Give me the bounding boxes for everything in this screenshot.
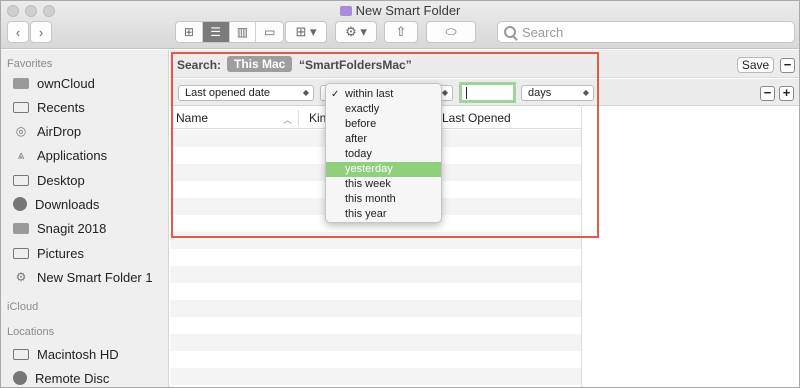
sidebar-item-desktop[interactable]: Desktop bbox=[13, 169, 85, 191]
hard-drive-icon bbox=[13, 348, 29, 360]
column-view-button[interactable]: ▥ bbox=[230, 22, 257, 42]
gallery-view-icon: ▭ bbox=[263, 25, 276, 39]
gallery-view-button[interactable]: ▭ bbox=[256, 22, 283, 42]
list-row bbox=[170, 266, 581, 283]
toolbar: New Smart Folder ‹ › ⊞ ☰ ▥ ▭ ⊞ ▾ ⚙ ▾ ⇧ ⬭… bbox=[1, 1, 799, 49]
column-view-icon: ▥ bbox=[236, 25, 249, 39]
unit-popup[interactable]: days ◆ bbox=[521, 85, 594, 101]
chevron-right-icon: › bbox=[38, 24, 44, 40]
preview-pane bbox=[581, 107, 799, 387]
search-placeholder: Search bbox=[522, 24, 564, 40]
remove-criteria-button[interactable]: − bbox=[780, 58, 795, 73]
list-view-icon: ☰ bbox=[210, 25, 221, 39]
forward-button[interactable]: › bbox=[30, 21, 52, 43]
menu-item-today[interactable]: today bbox=[326, 147, 441, 162]
share-button[interactable]: ⇧ bbox=[384, 21, 418, 43]
sidebar-item-snagit[interactable]: Snagit 2018 bbox=[13, 217, 106, 239]
menu-item-yesterday[interactable]: yesterday bbox=[326, 162, 441, 177]
updown-arrow-icon: ◆ bbox=[302, 88, 309, 97]
updown-arrow-icon: ◆ bbox=[441, 88, 448, 97]
icon-view-icon: ⊞ bbox=[183, 25, 194, 39]
sidebar-item-airdrop[interactable]: ◎ AirDrop bbox=[13, 120, 81, 142]
column-name[interactable]: Name bbox=[176, 111, 208, 125]
clock-icon bbox=[13, 101, 29, 113]
text-caret bbox=[466, 87, 467, 99]
menu-item-exactly[interactable]: exactly bbox=[326, 102, 441, 117]
sidebar-header-favorites: Favorites bbox=[7, 58, 53, 70]
scope-folder-button[interactable]: “SmartFoldersMac” bbox=[299, 58, 412, 72]
group-by-button[interactable]: ⊞ ▾ bbox=[285, 21, 327, 43]
operator-dropdown-menu: ✓ within last exactly before after today … bbox=[325, 83, 442, 223]
tags-button[interactable]: ⬭ bbox=[426, 21, 476, 43]
menu-item-before[interactable]: before bbox=[326, 117, 441, 132]
list-row bbox=[170, 232, 581, 249]
share-icon: ⇧ bbox=[395, 24, 407, 39]
search-label: Search: bbox=[177, 58, 222, 72]
folder-icon bbox=[13, 77, 29, 89]
checkmark-icon: ✓ bbox=[331, 89, 340, 100]
tag-icon: ⬭ bbox=[445, 24, 457, 39]
applications-icon: ⩓ bbox=[17, 147, 25, 162]
add-rule-button[interactable]: + bbox=[779, 86, 794, 101]
chevron-left-icon: ‹ bbox=[15, 24, 21, 40]
sort-arrow-icon: ︿ bbox=[283, 115, 293, 125]
downloads-icon bbox=[13, 197, 27, 211]
pictures-icon bbox=[13, 247, 29, 259]
menu-item-within-last[interactable]: ✓ within last bbox=[326, 87, 441, 102]
group-icon: ⊞ ▾ bbox=[295, 24, 317, 39]
attribute-popup[interactable]: Last opened date ◆ bbox=[178, 85, 314, 101]
number-input[interactable] bbox=[459, 82, 516, 103]
gear-icon: ⚙ bbox=[15, 270, 27, 284]
menu-item-this-week[interactable]: this week bbox=[326, 177, 441, 192]
updown-arrow-icon: ◆ bbox=[582, 88, 589, 97]
criteria-row: Last opened date◆ i◆ days◆ − + bbox=[170, 79, 799, 106]
remove-rule-button[interactable]: − bbox=[760, 86, 775, 101]
list-row bbox=[170, 300, 581, 317]
sidebar-item-new-smart-folder-1[interactable]: ⚙ New Smart Folder 1 bbox=[13, 266, 153, 288]
icon-view-button[interactable]: ⊞ bbox=[176, 22, 203, 42]
sidebar-item-remote-disc[interactable]: Remote Disc bbox=[13, 367, 109, 387]
window-title: New Smart Folder bbox=[1, 3, 799, 18]
menu-item-this-month[interactable]: this month bbox=[326, 192, 441, 207]
column-kind[interactable]: Kin bbox=[309, 111, 326, 125]
sidebar-item-recents[interactable]: Recents bbox=[13, 96, 85, 118]
gear-icon: ⚙ ▾ bbox=[345, 24, 367, 39]
sidebar-item-applications[interactable]: ⩓ Applications bbox=[13, 144, 108, 166]
folder-icon bbox=[13, 222, 29, 234]
view-mode-segmented-control: ⊞ ☰ ▥ ▭ bbox=[175, 21, 284, 43]
main-content: Search: This Mac “SmartFoldersMac” Save … bbox=[170, 50, 799, 387]
sidebar-header-icloud: iCloud bbox=[7, 301, 39, 313]
sidebar-item-pictures[interactable]: Pictures bbox=[13, 242, 84, 264]
airdrop-icon: ◎ bbox=[15, 124, 27, 138]
column-divider[interactable] bbox=[298, 110, 299, 126]
column-last-opened[interactable]: Last Opened bbox=[442, 111, 511, 125]
list-row bbox=[170, 334, 581, 351]
sidebar-header-locations: Locations bbox=[7, 326, 55, 338]
finder-window: New Smart Folder ‹ › ⊞ ☰ ▥ ▭ ⊞ ▾ ⚙ ▾ ⇧ ⬭… bbox=[0, 0, 800, 388]
search-scope-bar: Search: This Mac “SmartFoldersMac” Save … bbox=[170, 50, 799, 78]
search-icon bbox=[504, 26, 516, 38]
save-button[interactable]: Save bbox=[737, 57, 774, 73]
sidebar-item-downloads[interactable]: Downloads bbox=[13, 193, 99, 215]
sidebar-item-macintosh-hd[interactable]: Macintosh HD bbox=[13, 343, 119, 365]
disc-icon bbox=[13, 371, 27, 385]
list-row bbox=[170, 368, 581, 385]
sidebar: Favorites ownCloud Recents ◎ AirDrop ⩓ App… bbox=[1, 50, 169, 387]
menu-item-after[interactable]: after bbox=[326, 132, 441, 147]
menu-item-this-year[interactable]: this year bbox=[326, 207, 441, 222]
sidebar-item-owncloud[interactable]: ownCloud bbox=[13, 72, 95, 94]
smart-folder-icon bbox=[339, 6, 352, 16]
scope-this-mac-button[interactable]: This Mac bbox=[227, 56, 293, 72]
list-view-button[interactable]: ☰ bbox=[202, 22, 230, 42]
search-field[interactable]: Search bbox=[497, 21, 795, 43]
back-button[interactable]: ‹ bbox=[7, 21, 29, 43]
desktop-icon bbox=[13, 174, 29, 186]
action-button[interactable]: ⚙ ▾ bbox=[335, 21, 377, 43]
